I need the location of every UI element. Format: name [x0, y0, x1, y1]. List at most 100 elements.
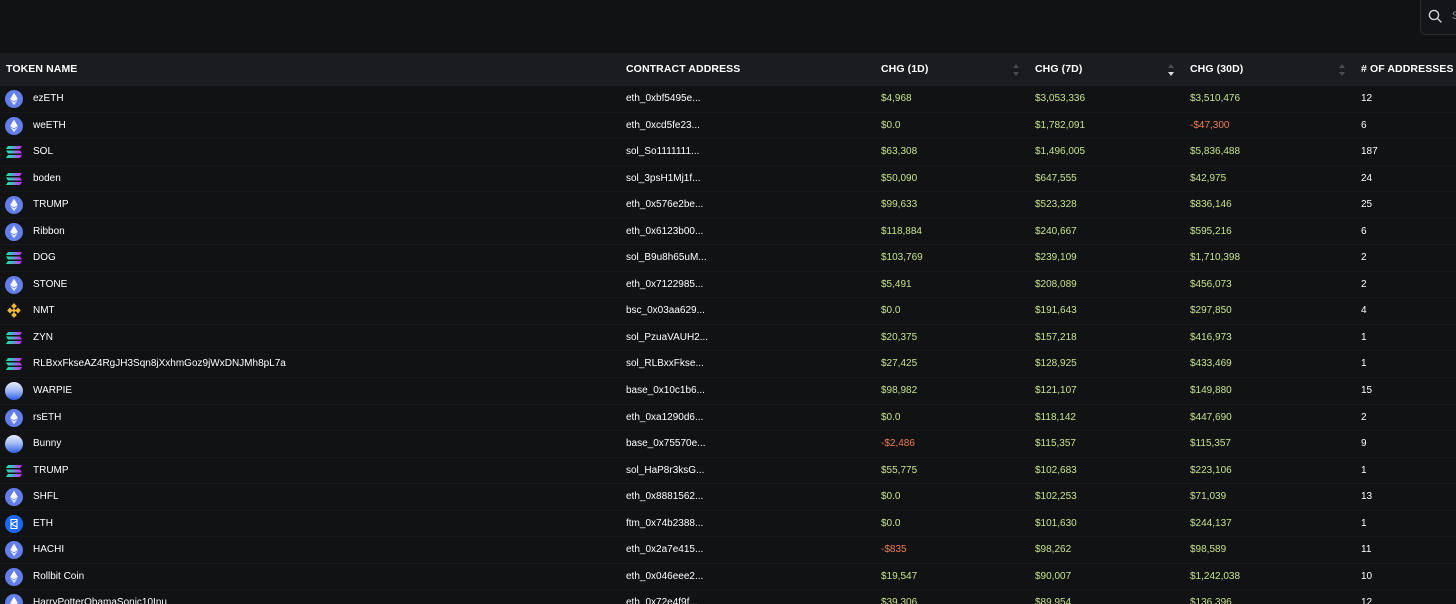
contract-address[interactable]: sol_B9u8h65uM... [626, 245, 707, 271]
token-name[interactable]: RLBxxFkseAZ4RgJH3Sqn8jXxhmGoz9jWxDNJMh8p… [33, 351, 286, 377]
chg-7d-value: $523,328 [1035, 199, 1077, 211]
token-name[interactable]: weETH [33, 113, 66, 139]
contract-address[interactable]: eth_0x72e4f9f... [626, 590, 698, 604]
token-name[interactable]: ZYN [33, 325, 53, 351]
chg-7d-value: $118,142 [1035, 411, 1076, 423]
header-chg-7d[interactable]: CHG (7D) [1035, 53, 1082, 86]
header-token-name[interactable]: TOKEN NAME [6, 53, 77, 86]
table-row[interactable]: rsETH eth_0xa1290d6... $0.0 $118,142 $447,69… [0, 405, 1456, 432]
solana-icon [5, 329, 23, 347]
chg-1d-value: $98,982 [881, 385, 918, 397]
token-name[interactable]: HarryPotterObamaSonic10Inu [33, 590, 167, 604]
token-name[interactable]: Ribbon [33, 219, 65, 245]
header-contract-address[interactable]: CONTRACT ADDRESS [626, 53, 740, 86]
table-row[interactable]: HarryPotterObamaSonic10Inu eth_0x72e4f9f.… [0, 590, 1456, 604]
token-name[interactable]: STONE [33, 272, 67, 298]
token-name[interactable]: DOG [33, 245, 56, 271]
chg-1d-value: $0.0 [881, 305, 901, 317]
contract-address[interactable]: eth_0xbf5495e... [626, 86, 701, 112]
top-bar: S [0, 0, 1456, 53]
token-name[interactable]: WARPIE [33, 378, 72, 404]
chg-1d-value: -$2,486 [881, 438, 915, 450]
contract-address[interactable]: base_0x75570e... [626, 431, 706, 457]
table-row[interactable]: WARPIE base_0x10c1b6... $98,982 $121,107 $14… [0, 378, 1456, 405]
header-chg-1d[interactable]: CHG (1D) [881, 53, 928, 86]
table-row[interactable]: SHFL eth_0x8881562... $0.0 $102,253 $71,039 1… [0, 484, 1456, 511]
contract-address[interactable]: base_0x10c1b6... [626, 378, 705, 404]
token-name[interactable]: NMT [33, 298, 55, 324]
contract-address[interactable]: ftm_0x74b2388... [626, 511, 703, 537]
search-box[interactable]: S [1420, 0, 1456, 35]
chg-30d-value: $433,469 [1190, 358, 1232, 370]
contract-address[interactable]: eth_0x576e2be... [626, 192, 703, 218]
table-row[interactable]: RLBxxFkseAZ4RgJH3Sqn8jXxhmGoz9jWxDNJMh8p… [0, 351, 1456, 379]
address-count: 9 [1361, 438, 1367, 450]
contract-address[interactable]: eth_0xcd5fe23... [626, 113, 700, 139]
sort-icon-1d[interactable] [1012, 63, 1020, 77]
chg-7d-value: $98,262 [1035, 544, 1072, 556]
token-name[interactable]: TRUMP [33, 192, 69, 218]
contract-address[interactable]: sol_So1111111... [626, 139, 699, 165]
table-row[interactable]: TRUMP eth_0x576e2be... $99,633 $523,328 $836… [0, 192, 1456, 219]
chg-30d-value: $1,242,038 [1190, 570, 1241, 582]
table-row[interactable]: NMT bsc_0x03aa629... $0.0 $191,643 $297,850 4 [0, 298, 1456, 325]
ethereum-icon [5, 90, 23, 108]
sort-desc-icon-7d[interactable] [1167, 63, 1175, 77]
table-row[interactable]: Bunny base_0x75570e... -$2,486 $115,357 $115… [0, 431, 1456, 458]
address-count: 15 [1361, 385, 1373, 397]
token-name[interactable]: ETH [33, 511, 53, 537]
chg-7d-value: $101,630 [1035, 517, 1077, 529]
contract-address[interactable]: eth_0xa1290d6... [626, 405, 703, 431]
token-name[interactable]: Rollbit Coin [33, 564, 84, 590]
contract-address[interactable]: eth_0x2a7e415... [626, 537, 703, 563]
chg-30d-value: $456,073 [1190, 278, 1232, 290]
token-name[interactable]: rsETH [33, 405, 61, 431]
table-row[interactable]: TRUMP sol_HaP8r3ksG... $55,775 $102,683 $223… [0, 458, 1456, 485]
table-row[interactable]: HACHI eth_0x2a7e415... -$835 $98,262 $98,589… [0, 537, 1456, 564]
base-icon [5, 382, 23, 401]
table-row[interactable]: DOG sol_B9u8h65uM... $103,769 $239,109 $1,71… [0, 245, 1456, 272]
chg-7d-value: $89,954 [1035, 597, 1072, 604]
address-count: 1 [1361, 358, 1367, 370]
table-row[interactable]: ZYN sol_PzuaVAUH2... $20,375 $157,218 $416,9… [0, 325, 1456, 352]
contract-address[interactable]: bsc_0x03aa629... [626, 298, 705, 324]
header-chg-30d[interactable]: CHG (30D) [1190, 53, 1243, 86]
contract-address[interactable]: sol_3psH1Mj1f... [626, 166, 700, 192]
contract-address[interactable]: eth_0x8881562... [626, 484, 703, 510]
address-count: 2 [1361, 278, 1367, 290]
contract-address[interactable]: sol_RLBxxFkse... [626, 351, 704, 377]
table-row[interactable]: SOL sol_So1111111... $63,308 $1,496,005 $5,8… [0, 139, 1456, 166]
token-name[interactable]: TRUMP [33, 458, 69, 484]
table-row[interactable]: boden sol_3psH1Mj1f... $50,090 $647,555 $42,… [0, 166, 1456, 193]
solana-icon [5, 143, 23, 161]
chg-1d-value: $0.0 [881, 491, 901, 503]
token-name[interactable]: Bunny [33, 431, 61, 457]
table-row[interactable]: Rollbit Coin eth_0x046eee2... $19,547 $90,0… [0, 564, 1456, 591]
contract-address[interactable]: eth_0x046eee2... [626, 564, 703, 590]
table-row[interactable]: ETH ftm_0x74b2388... $0.0 $101,630 $244,137 1 [0, 511, 1456, 538]
solana-icon [5, 170, 23, 188]
address-count: 10 [1361, 570, 1373, 582]
chg-1d-value: $55,775 [881, 464, 918, 476]
contract-address[interactable]: sol_PzuaVAUH2... [626, 325, 708, 351]
contract-address[interactable]: eth_0x6123b00... [626, 219, 703, 245]
table-row[interactable]: STONE eth_0x7122985... $5,491 $208,089 $456,… [0, 272, 1456, 299]
sort-icon-30d[interactable] [1338, 63, 1346, 77]
contract-address[interactable]: sol_HaP8r3ksG... [626, 458, 704, 484]
token-name[interactable]: SOL [33, 139, 53, 165]
token-name[interactable]: boden [33, 166, 61, 192]
header-addresses[interactable]: # OF ADDRESSES [1361, 53, 1454, 86]
chg-1d-value: $0.0 [881, 119, 901, 131]
token-name[interactable]: ezETH [33, 86, 64, 112]
table-row[interactable]: weETH eth_0xcd5fe23... $0.0 $1,782,091 -$47,… [0, 113, 1456, 140]
token-name[interactable]: HACHI [33, 537, 64, 563]
chg-1d-value: $19,547 [881, 570, 918, 582]
chg-30d-value: $42,975 [1190, 172, 1227, 184]
chg-7d-value: $208,089 [1035, 278, 1077, 290]
chg-1d-value: $99,633 [881, 199, 918, 211]
table-row[interactable]: ezETH eth_0xbf5495e... $4,968 $3,053,336 $3,… [0, 86, 1456, 113]
table-row[interactable]: Ribbon eth_0x6123b00... $118,884 $240,667 $5… [0, 219, 1456, 246]
contract-address[interactable]: eth_0x7122985... [626, 272, 703, 298]
token-name[interactable]: SHFL [33, 484, 59, 510]
chg-7d-value: $3,053,336 [1035, 93, 1086, 104]
